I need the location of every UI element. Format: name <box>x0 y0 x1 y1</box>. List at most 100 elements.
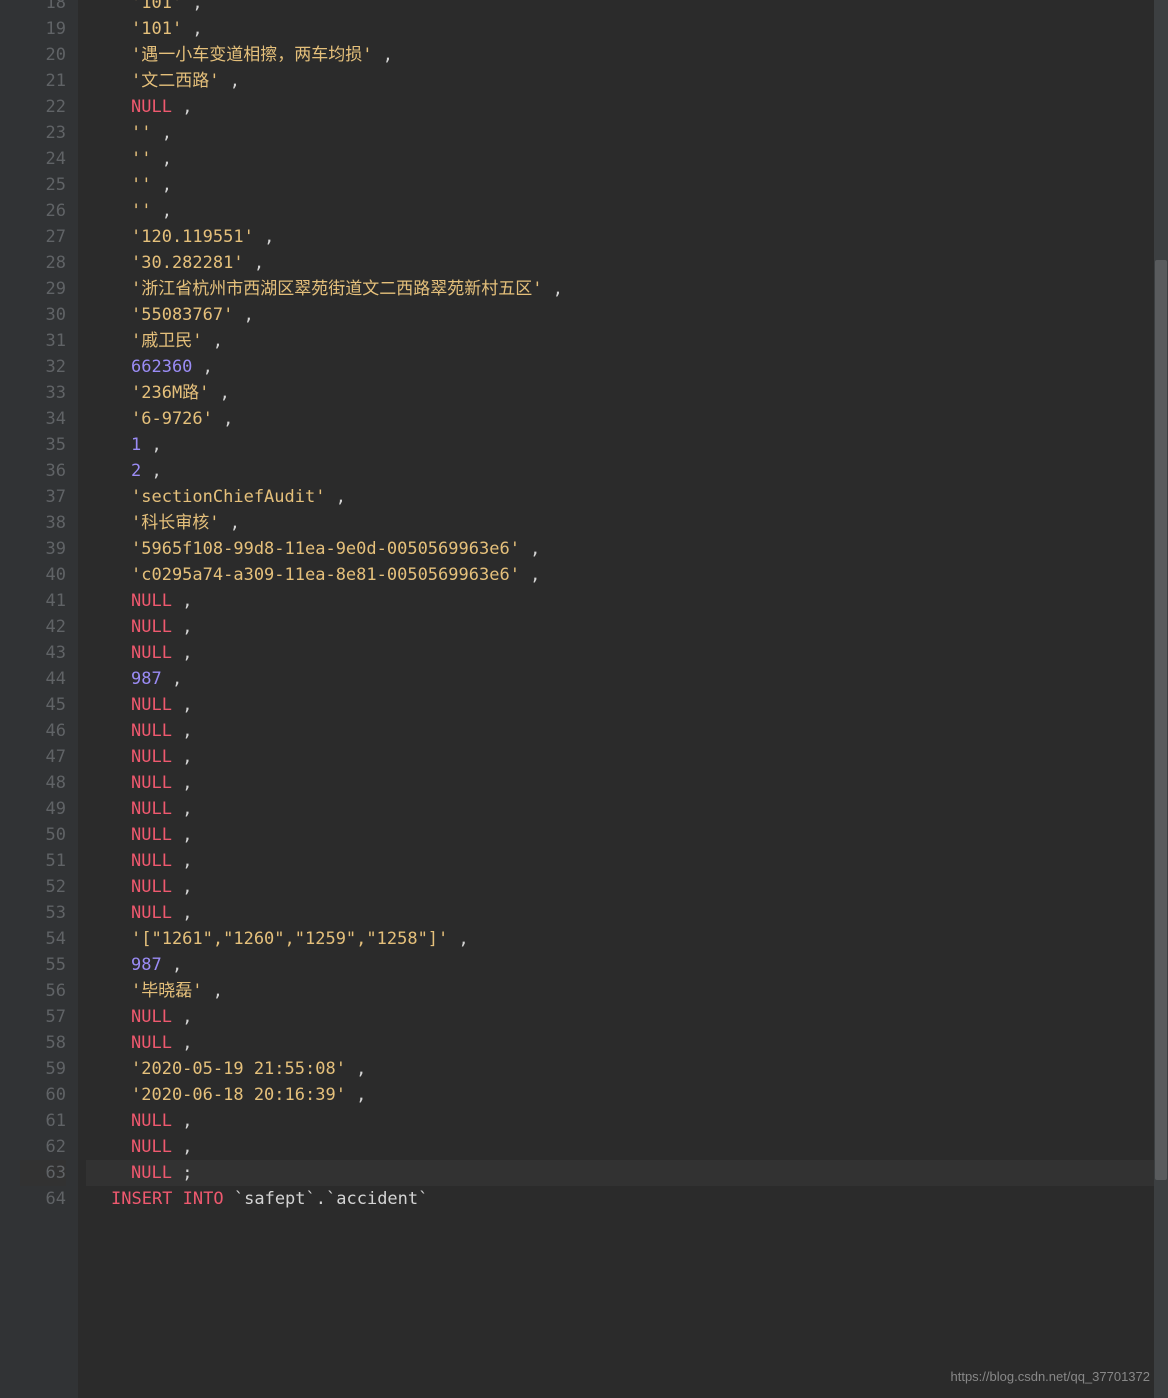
code-line[interactable]: '' , <box>86 120 1168 146</box>
token-comma: , <box>254 227 274 247</box>
line-number: 26 <box>20 198 66 224</box>
token-comma: , <box>172 617 192 637</box>
code-line[interactable]: NULL , <box>86 1004 1168 1030</box>
line-number: 22 <box>20 94 66 120</box>
code-line[interactable]: NULL , <box>86 640 1168 666</box>
code-line[interactable]: '毕晓磊' , <box>86 978 1168 1004</box>
code-line[interactable]: 1 , <box>86 432 1168 458</box>
token-str: '6-9726' <box>131 409 213 429</box>
token-comma: , <box>162 955 182 975</box>
token-comma: , <box>151 149 171 169</box>
token-num: 662360 <box>131 357 192 377</box>
code-line[interactable]: '120.119551' , <box>86 224 1168 250</box>
token-str: '5965f108-99d8-11ea-9e0d-0050569963e6' <box>131 539 520 559</box>
code-line[interactable]: '2020-05-19 21:55:08' , <box>86 1056 1168 1082</box>
token-comma: , <box>172 643 192 663</box>
token-str: '2020-05-19 21:55:08' <box>131 1059 346 1079</box>
code-line[interactable]: '' , <box>86 146 1168 172</box>
token-white <box>172 1189 182 1209</box>
code-line[interactable]: '55083767' , <box>86 302 1168 328</box>
token-null: NULL <box>131 1111 172 1131</box>
code-line[interactable]: '遇一小车变道相擦，两车均损' , <box>86 42 1168 68</box>
token-comma: , <box>172 1007 192 1027</box>
line-number: 33 <box>20 380 66 406</box>
token-num: 1 <box>131 435 141 455</box>
token-comma: , <box>244 253 264 273</box>
line-number: 32 <box>20 354 66 380</box>
line-number: 28 <box>20 250 66 276</box>
code-editor[interactable]: 1819202122232425262728293031323334353637… <box>0 0 1168 1398</box>
token-comma: ; <box>172 1163 192 1183</box>
line-number: 35 <box>20 432 66 458</box>
token-null: NULL <box>131 851 172 871</box>
token-str: 'c0295a74-a309-11ea-8e81-0050569963e6' <box>131 565 520 585</box>
code-line[interactable]: 987 , <box>86 952 1168 978</box>
token-str: '["1261","1260","1259","1258"]' <box>131 929 448 949</box>
code-line[interactable]: '5965f108-99d8-11ea-9e0d-0050569963e6' , <box>86 536 1168 562</box>
code-line[interactable]: NULL , <box>86 718 1168 744</box>
code-line[interactable]: NULL , <box>86 770 1168 796</box>
code-line[interactable]: '236M路' , <box>86 380 1168 406</box>
scrollbar-track[interactable] <box>1154 0 1168 1398</box>
code-line[interactable]: NULL , <box>86 692 1168 718</box>
code-line[interactable]: 2 , <box>86 458 1168 484</box>
code-line[interactable]: NULL , <box>86 1030 1168 1056</box>
code-line[interactable]: 'c0295a74-a309-11ea-8e81-0050569963e6' , <box>86 562 1168 588</box>
token-comma: , <box>172 903 192 923</box>
token-comma: , <box>202 331 222 351</box>
code-line[interactable]: NULL , <box>86 614 1168 640</box>
code-line[interactable]: 987 , <box>86 666 1168 692</box>
code-line[interactable]: NULL , <box>86 900 1168 926</box>
code-line[interactable]: INSERT INTO `safept`.`accident` <box>86 1186 1168 1212</box>
code-line[interactable]: NULL , <box>86 1134 1168 1160</box>
code-line[interactable]: NULL , <box>86 744 1168 770</box>
code-line[interactable]: NULL , <box>86 1108 1168 1134</box>
token-comma: , <box>448 929 468 949</box>
token-null: NULL <box>131 1163 172 1183</box>
code-line[interactable]: NULL , <box>86 588 1168 614</box>
code-line[interactable]: '文二西路' , <box>86 68 1168 94</box>
line-number: 39 <box>20 536 66 562</box>
scrollbar-thumb[interactable] <box>1155 260 1167 1180</box>
token-comma: , <box>192 357 212 377</box>
line-number: 46 <box>20 718 66 744</box>
code-line[interactable]: 662360 , <box>86 354 1168 380</box>
code-line[interactable]: 'sectionChiefAudit' , <box>86 484 1168 510</box>
code-line[interactable]: '戚卫民' , <box>86 328 1168 354</box>
code-area[interactable]: '101' ,'101' ,'遇一小车变道相擦，两车均损' ,'文二西路' ,N… <box>78 0 1168 1398</box>
code-line[interactable]: NULL , <box>86 796 1168 822</box>
token-comma: , <box>151 201 171 221</box>
line-number: 45 <box>20 692 66 718</box>
code-line[interactable]: '30.282281' , <box>86 250 1168 276</box>
token-backtick: `accident` <box>326 1189 428 1209</box>
code-line[interactable]: '6-9726' , <box>86 406 1168 432</box>
line-number: 43 <box>20 640 66 666</box>
token-comma: , <box>172 1111 192 1131</box>
token-comma: , <box>172 773 192 793</box>
token-str: '' <box>131 149 151 169</box>
token-null: NULL <box>131 695 172 715</box>
token-comma: , <box>219 513 239 533</box>
token-comma: , <box>346 1059 366 1079</box>
code-line[interactable]: NULL , <box>86 94 1168 120</box>
token-comma: , <box>172 747 192 767</box>
token-comma: , <box>141 461 161 481</box>
code-line[interactable]: '2020-06-18 20:16:39' , <box>86 1082 1168 1108</box>
code-line[interactable]: NULL , <box>86 822 1168 848</box>
code-line[interactable]: '' , <box>86 172 1168 198</box>
code-line[interactable]: '浙江省杭州市西湖区翠苑街道文二西路翠苑新村五区' , <box>86 276 1168 302</box>
token-comma: , <box>182 19 202 39</box>
line-number: 53 <box>20 900 66 926</box>
code-line[interactable]: '101' , <box>86 16 1168 42</box>
line-number: 27 <box>20 224 66 250</box>
code-line[interactable]: '科长审核' , <box>86 510 1168 536</box>
code-line[interactable]: '["1261","1260","1259","1258"]' , <box>86 926 1168 952</box>
code-line[interactable]: NULL , <box>86 848 1168 874</box>
code-line[interactable]: NULL , <box>86 874 1168 900</box>
token-str: '科长审核' <box>131 513 219 533</box>
line-gutter: 1819202122232425262728293031323334353637… <box>0 0 78 1398</box>
code-line[interactable]: '101' , <box>86 0 1168 6</box>
token-comma: , <box>172 877 192 897</box>
code-line[interactable]: '' , <box>86 198 1168 224</box>
code-line[interactable]: NULL ; <box>86 1160 1168 1186</box>
